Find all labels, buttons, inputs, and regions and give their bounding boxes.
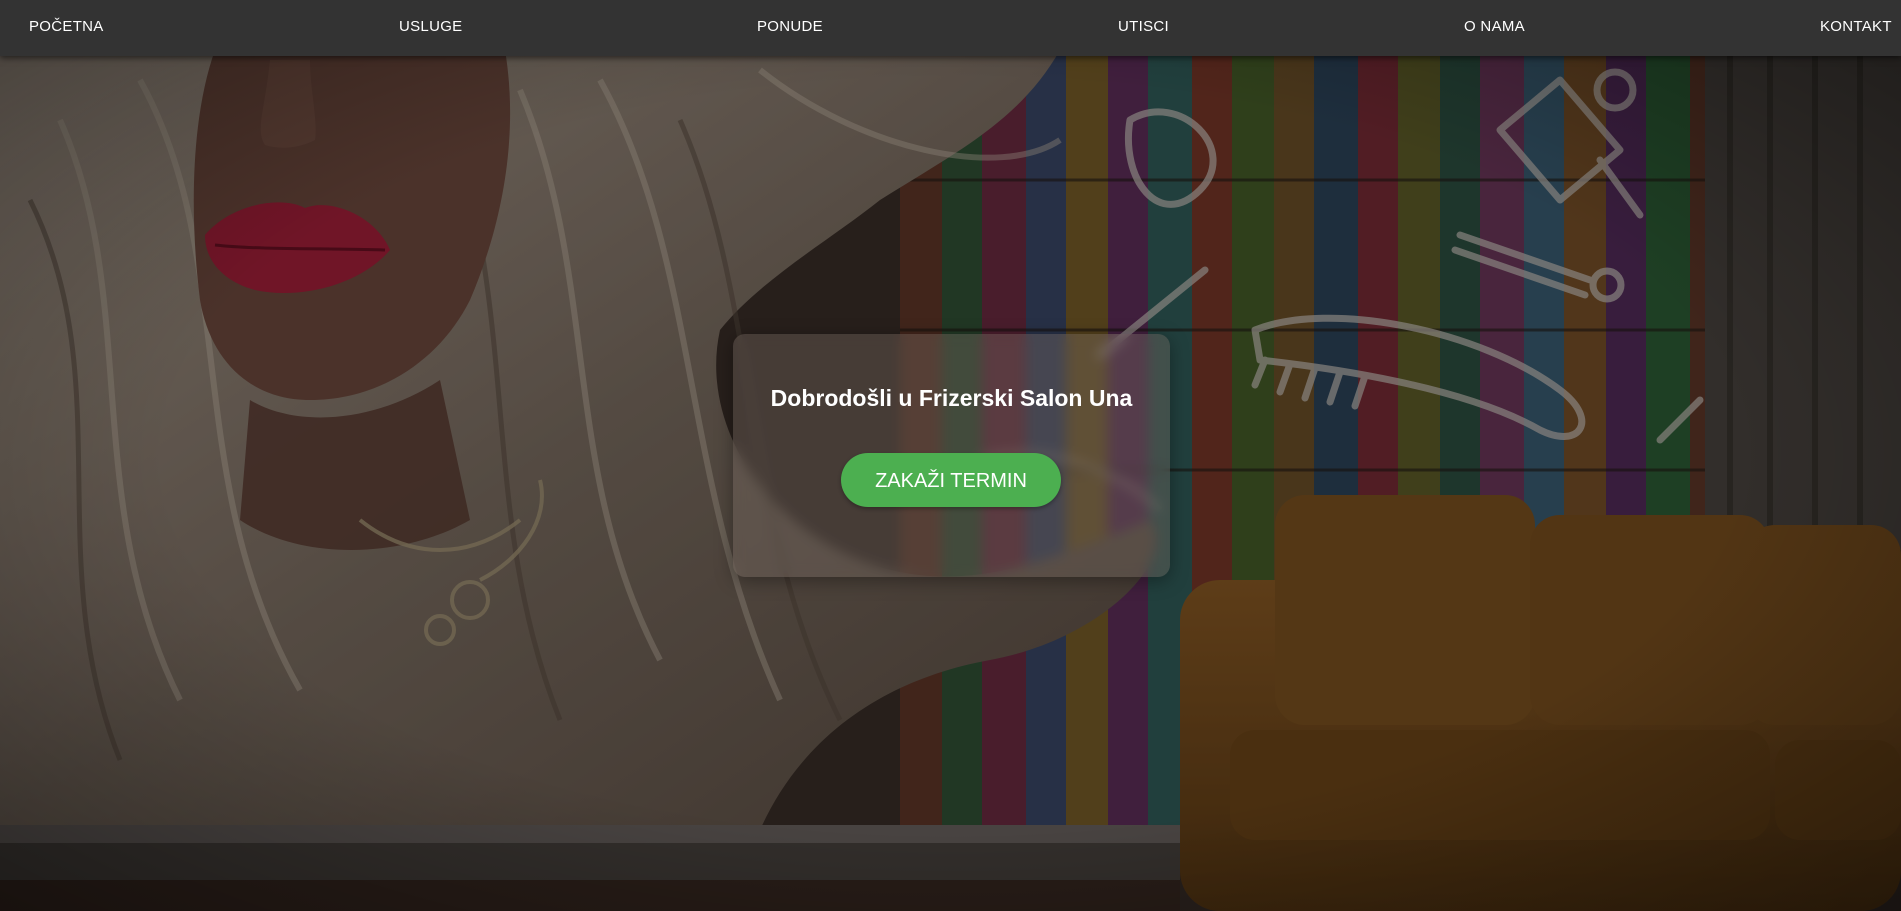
nav-link-o-nama[interactable]: O NAMA bbox=[1464, 18, 1525, 36]
nav-link-pocetna[interactable]: POČETNA bbox=[29, 18, 104, 36]
nav-link-utisci[interactable]: UTISCI bbox=[1118, 18, 1169, 36]
nav-link-ponude[interactable]: PONUDE bbox=[757, 18, 823, 36]
book-appointment-button[interactable]: ZAKAŽI TERMIN bbox=[841, 453, 1061, 507]
nav-link-kontakt[interactable]: KONTAKT bbox=[1820, 18, 1892, 36]
nav-link-usluge[interactable]: USLUGE bbox=[399, 18, 463, 36]
welcome-card: Dobrodošli u Frizerski Salon Una ZAKAŽI … bbox=[733, 334, 1170, 577]
welcome-title: Dobrodošli u Frizerski Salon Una bbox=[770, 385, 1133, 411]
main-navbar: POČETNA USLUGE PONUDE UTISCI O NAMA KONT… bbox=[0, 0, 1901, 56]
